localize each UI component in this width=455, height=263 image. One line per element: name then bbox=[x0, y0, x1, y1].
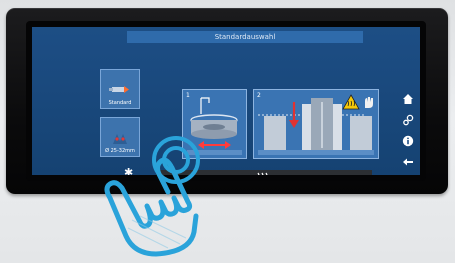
mode-label-diameter: Ø 25-32mm bbox=[105, 148, 135, 154]
diameter-mode-button[interactable]: Ø 25-32mm bbox=[100, 117, 140, 157]
info-icon[interactable] bbox=[402, 135, 414, 147]
screen-title: Standardauswahl bbox=[127, 31, 363, 43]
mode-label-standard: Standard bbox=[108, 100, 132, 106]
touch-screen[interactable]: Standardauswahl Standard Ø 25-32mm 1 2 ✱ bbox=[32, 27, 420, 175]
glove-icon bbox=[365, 97, 373, 108]
heat-icon bbox=[257, 172, 268, 175]
tool-holder-icon bbox=[109, 86, 129, 93]
settings-icon[interactable] bbox=[402, 114, 414, 126]
coil-icon bbox=[113, 134, 127, 144]
home-icon[interactable] bbox=[402, 93, 414, 105]
snowflake-icon[interactable]: ✱ bbox=[124, 167, 133, 175]
panel-footer bbox=[258, 150, 374, 155]
mode-column: Standard Ø 25-32mm bbox=[100, 69, 140, 165]
side-nav bbox=[400, 93, 416, 168]
display-frame: Standardauswahl Standard Ø 25-32mm 1 2 ✱ bbox=[26, 21, 426, 181]
panel-footer bbox=[187, 150, 242, 155]
standard-mode-button[interactable]: Standard bbox=[100, 69, 140, 109]
step-panel-1[interactable]: 1 bbox=[182, 89, 247, 159]
step-panel-2[interactable]: 2 bbox=[253, 89, 379, 159]
coil-rotate-icon bbox=[190, 97, 238, 149]
back-icon[interactable] bbox=[402, 156, 414, 168]
hot-surface-warning-icon bbox=[342, 94, 360, 110]
status-bar bbox=[156, 170, 372, 175]
device-bezel: Standardauswahl Standard Ø 25-32mm 1 2 ✱ bbox=[6, 8, 448, 194]
